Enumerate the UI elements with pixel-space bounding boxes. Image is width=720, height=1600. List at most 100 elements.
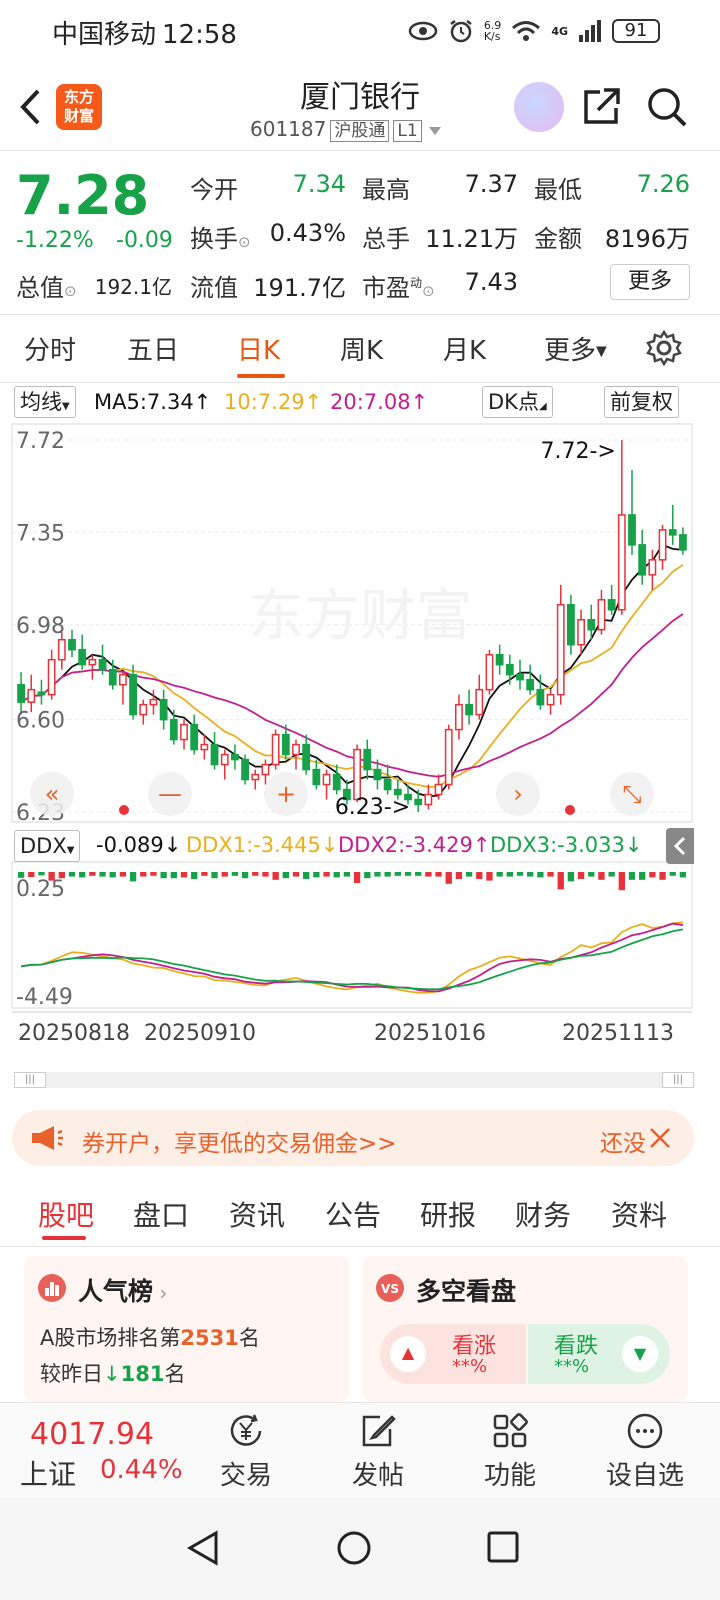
delta-prefix: 较昨日 [40,1362,103,1386]
current-price: 7.28 [16,164,150,227]
clock: 12:58 [162,20,237,50]
info-icon[interactable]: ⊙ [422,282,435,300]
chart-scrollbar[interactable]: ||| ||| [14,1072,694,1088]
candle-body [292,743,300,756]
recent-apps-icon[interactable] [486,1530,520,1564]
tab-profile[interactable]: 资料 [611,1194,667,1234]
nav-add-watchlist[interactable]: 设自选 [590,1403,700,1499]
chart-control-icon: ⤡ [622,780,641,808]
price-tick-label: 6.98 [16,614,65,639]
tab-more[interactable]: 更多▼ [544,330,607,367]
candle-body [241,758,249,781]
tab-news[interactable]: 资讯 [229,1194,285,1234]
pe-sup: 动 [410,276,423,290]
svg-text:VS: VS [381,1282,399,1296]
stock-code-row[interactable]: 601187 沪股通 L1 [250,116,442,142]
index-ticker[interactable]: 4017.94 上证 0.44% [0,1403,196,1499]
ddx-bar [374,872,381,877]
tab-daily-k[interactable]: 日K [237,330,280,367]
high-label: 最高 [362,176,410,204]
ddx-bar [394,872,401,876]
popularity-rank-line: A股市场排名第2531名 [40,1322,260,1352]
scroll-handle-right[interactable]: ||| [662,1072,694,1088]
scroll-handle-left[interactable]: ||| [14,1072,46,1088]
candle-body [505,663,514,676]
candle-body [455,703,463,731]
megaphone-icon [32,1126,63,1150]
popularity-delta-line: 较昨日↓181名 [40,1358,185,1388]
ddx-bar [364,872,371,879]
collapse-panel-button[interactable] [666,828,694,864]
ddx-bar [38,872,45,876]
candle-body [465,703,473,716]
dk-point-button[interactable]: DK点◢ [482,386,553,418]
kline-chart[interactable]: 东方财富 7.727.356.986.606.23 7.72->6.23-> «… [0,420,720,1100]
event-dot [119,805,129,815]
tab-five-day[interactable]: 五日 [127,330,179,367]
tab-pankou[interactable]: 盘口 [133,1194,189,1234]
tab-weekly-k[interactable]: 周K [340,330,383,367]
info-icon[interactable]: ⊙ [238,233,251,251]
tab-guba[interactable]: 股吧 [38,1194,94,1234]
ddx-bar [445,872,452,884]
nav-post[interactable]: 发帖 [338,1403,418,1499]
back-triangle-icon[interactable] [186,1530,220,1566]
candle-body [281,733,290,756]
ddx-bar [180,872,188,878]
tab-announcements[interactable]: 公告 [325,1194,381,1234]
watermark: 东方财富 [248,584,472,649]
ma-selector[interactable]: 均线▼ [14,386,76,418]
tab-monthly-k[interactable]: 月K [443,330,486,367]
battery-indicator: 91 [612,19,660,43]
close-icon[interactable] [648,1126,672,1150]
caret-down-icon [429,127,442,135]
adjust-button[interactable]: 前复权 [604,386,679,418]
date-label: 20251113 [562,1021,674,1046]
event-dot [565,805,575,815]
ddx-bar [476,872,483,879]
high-value: 7.37 [464,170,518,198]
ddx-bar [282,872,289,879]
alarm-icon [450,20,472,43]
info-icon[interactable]: ⊙ [64,282,77,300]
ddx-bar [231,872,239,876]
ddx-selector[interactable]: DDX▼ [14,830,81,862]
bull-button[interactable]: ▲ 看涨 **% [380,1324,526,1384]
chart-control-icon: › [513,780,523,808]
popularity-card[interactable]: 人气榜 › A股市场排名第2531名 较昨日↓181名 [24,1256,350,1402]
nav-functions[interactable]: 功能 [470,1403,550,1499]
amount-label: 金额 [534,225,582,253]
bear-button[interactable]: 看跌 **% ▼ [528,1324,670,1384]
assistant-avatar[interactable] [514,82,564,132]
date-label: 20250818 [18,1021,130,1046]
index-value: 4017.94 [30,1417,155,1452]
home-circle-icon[interactable] [336,1530,372,1566]
candle-body [78,648,87,666]
tab-intraday[interactable]: 分时 [24,330,76,367]
more-quote-button[interactable]: 更多 [610,264,690,300]
promo-banner[interactable]: 券开户，享更低的交易佣金>> 还没 [12,1110,694,1166]
bull-value: **% [452,1356,488,1377]
nav-trade[interactable]: 交易 [206,1403,286,1499]
ddx-bar [303,872,310,879]
ddx-bar [119,872,127,877]
ddx-bar [425,872,432,877]
candle-body [383,778,392,791]
ddx-bar [323,872,330,877]
tab-finance[interactable]: 财务 [515,1194,571,1234]
settings-gear-icon[interactable] [646,330,682,366]
candle-body [261,763,270,776]
search-icon[interactable] [646,86,688,128]
ddx-bar [79,872,86,878]
ddx-bar [496,872,503,877]
ma5-line [20,543,683,798]
candle-body [322,773,331,786]
candle-body [190,723,199,751]
ddx-bar [333,872,340,878]
ddx-bar [150,872,157,876]
share-icon[interactable] [580,86,622,128]
rank-value: 2531 [180,1326,239,1350]
level-tag: L1 [393,120,422,142]
tab-research[interactable]: 研报 [420,1194,476,1234]
corner-icon: ◢ [538,401,547,412]
